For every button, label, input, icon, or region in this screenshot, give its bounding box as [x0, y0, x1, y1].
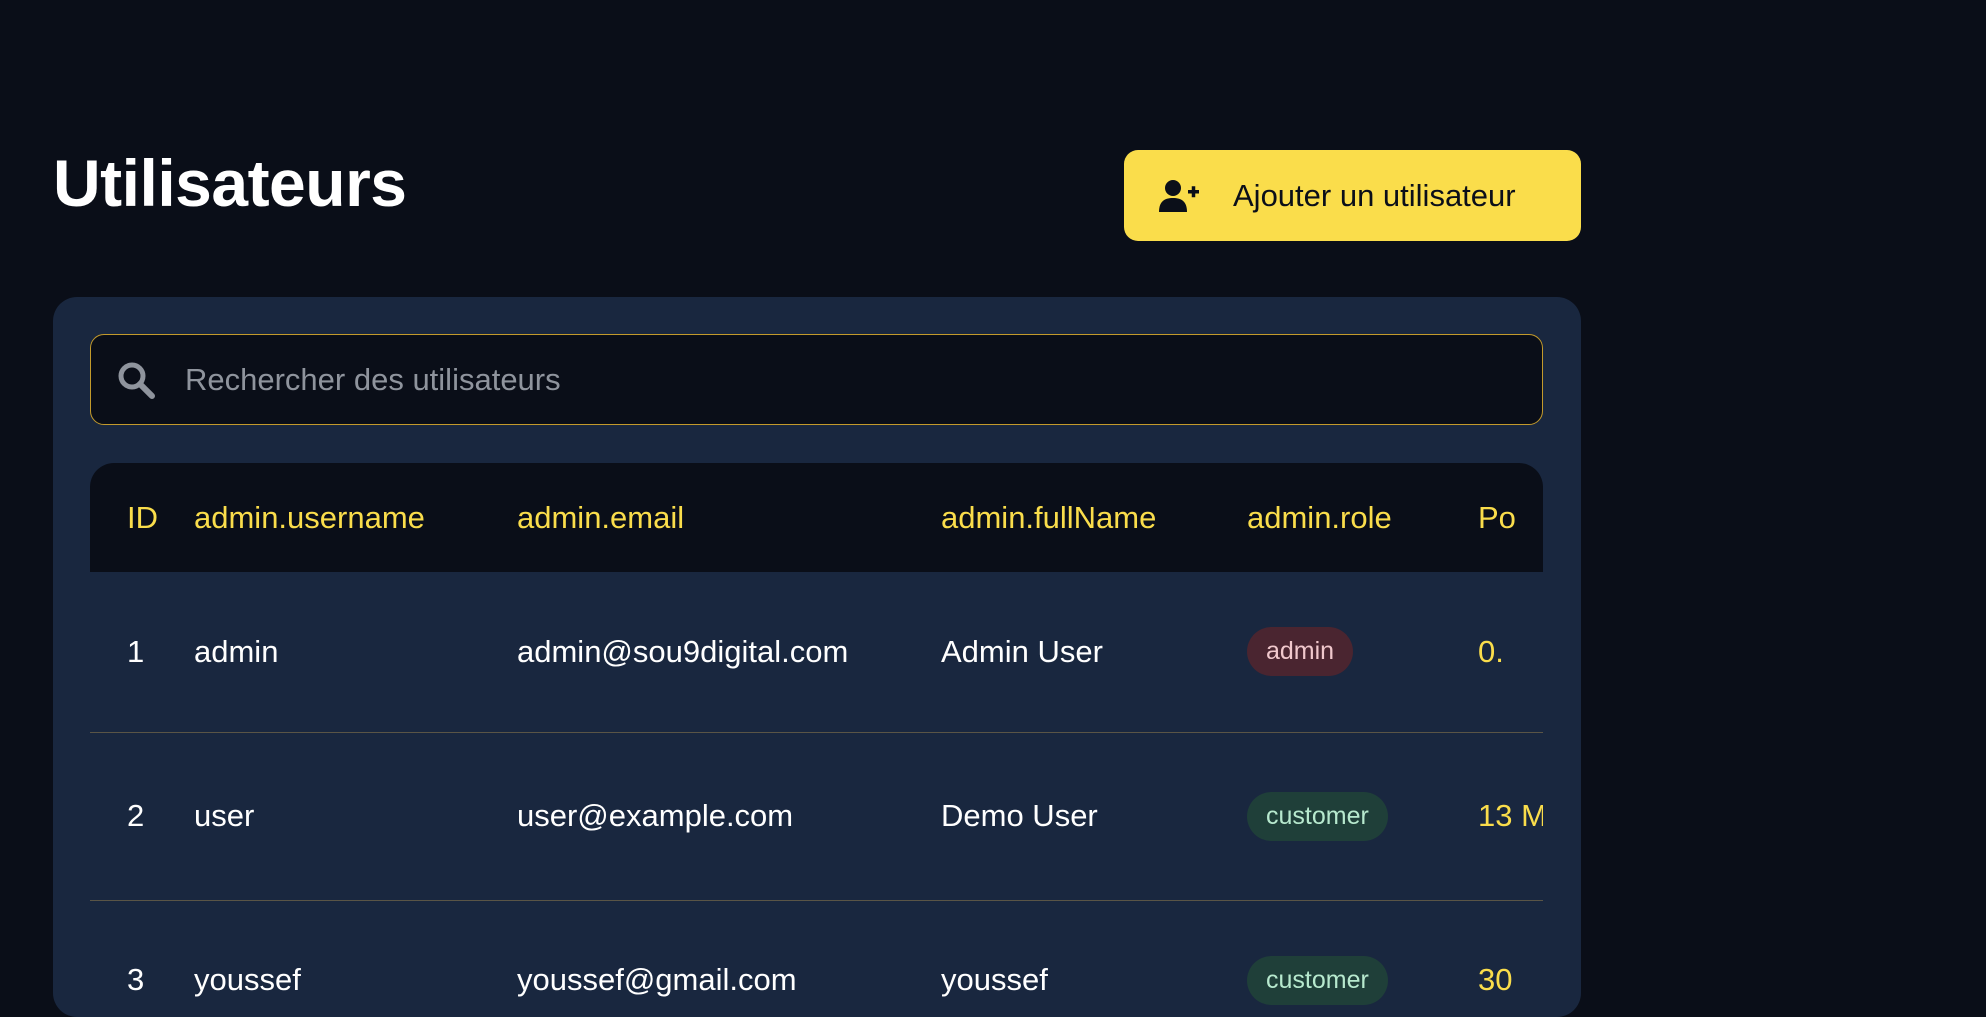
- cell-email: admin@sou9digital.com: [517, 633, 849, 669]
- cell-fullname: Admin User: [941, 633, 1103, 669]
- column-header-id[interactable]: ID: [90, 463, 194, 572]
- user-plus-icon: [1159, 179, 1199, 213]
- add-user-button[interactable]: Ajouter un utilisateur: [1124, 150, 1581, 241]
- users-table-container: ID admin.username admin.email admin.full…: [90, 463, 1543, 1017]
- column-header-role[interactable]: admin.role: [1247, 463, 1478, 572]
- search-icon: [116, 360, 156, 400]
- cell-fullname: youssef: [941, 962, 1048, 997]
- cell-email: user@example.com: [517, 798, 794, 833]
- cell-role: customer: [1247, 900, 1478, 1017]
- cell-email: youssef@gmail.com: [517, 962, 797, 997]
- cell-username: user: [194, 798, 255, 833]
- cell-points: 30: [1478, 962, 1513, 997]
- cell-points: 13 M: [1478, 798, 1543, 833]
- column-header-fullname[interactable]: admin.fullName: [941, 463, 1247, 572]
- cell-points: 0.: [1478, 633, 1504, 669]
- users-panel: ID admin.username admin.email admin.full…: [53, 297, 1581, 1017]
- role-badge: customer: [1247, 791, 1388, 841]
- table-row[interactable]: 3 youssef youssef@gmail.com youssef cust…: [90, 900, 1543, 1017]
- cell-fullname: Demo User: [941, 798, 1098, 833]
- add-user-button-label: Ajouter un utilisateur: [1233, 177, 1516, 213]
- column-header-points[interactable]: Po: [1478, 463, 1543, 572]
- page-title: Utilisateurs: [53, 146, 407, 220]
- column-header-username[interactable]: admin.username: [194, 463, 517, 572]
- search-bar: [90, 334, 1543, 425]
- table-row[interactable]: 2 user user@example.com Demo User custom…: [90, 732, 1543, 900]
- search-input[interactable]: [183, 360, 1487, 399]
- column-header-email[interactable]: admin.email: [517, 463, 941, 572]
- users-table: ID admin.username admin.email admin.full…: [90, 463, 1543, 1017]
- role-badge: admin: [1247, 627, 1354, 677]
- cell-username: admin: [194, 633, 279, 669]
- cell-id: 1: [127, 633, 145, 669]
- cell-id: 2: [127, 798, 145, 833]
- cell-role: admin: [1247, 572, 1478, 732]
- cell-id: 3: [127, 962, 145, 997]
- cell-role: customer: [1247, 732, 1478, 900]
- table-row[interactable]: 1 admin admin@sou9digital.com Admin User…: [90, 572, 1543, 732]
- cell-username: youssef: [194, 962, 301, 997]
- table-header-row: ID admin.username admin.email admin.full…: [90, 463, 1543, 572]
- role-badge: customer: [1247, 955, 1388, 1005]
